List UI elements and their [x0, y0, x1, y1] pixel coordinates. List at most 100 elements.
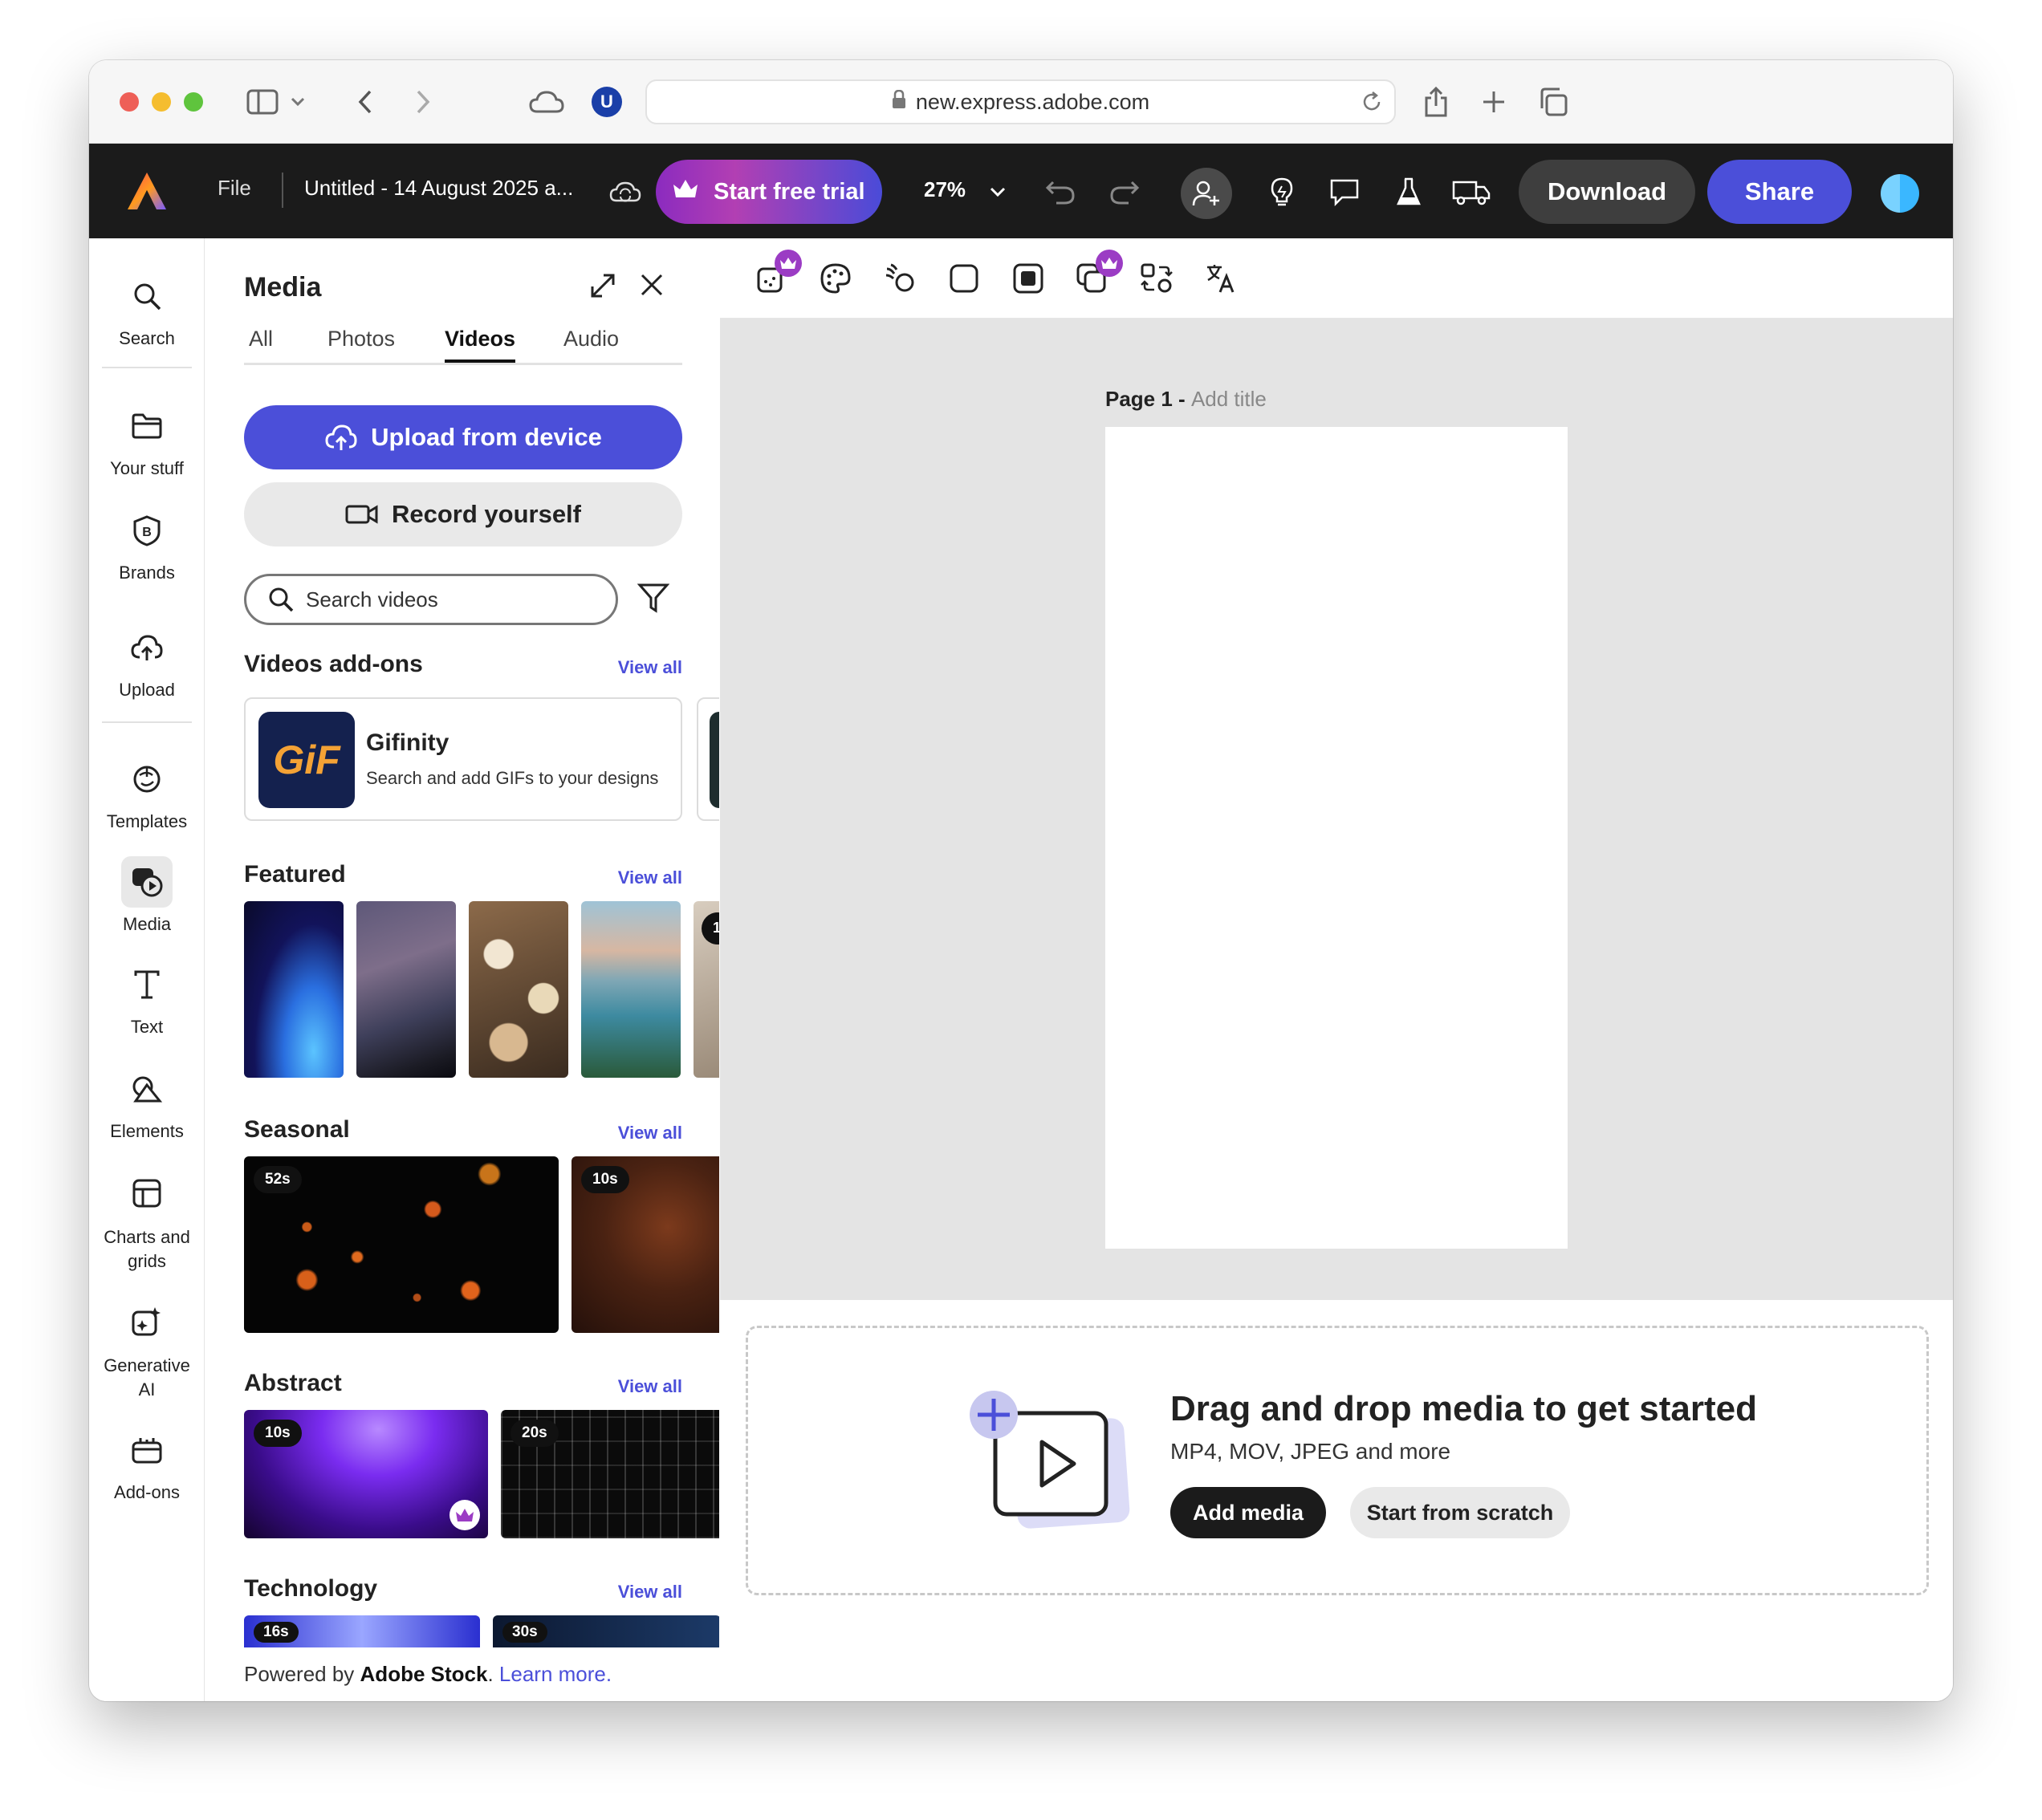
upload-from-device-button[interactable]: Upload from device — [244, 405, 682, 469]
chevron-down-icon[interactable] — [978, 173, 1017, 211]
video-thumbnail[interactable]: 20s — [501, 1410, 719, 1538]
rail-label: Text — [130, 1017, 164, 1037]
animate-icon[interactable] — [881, 259, 919, 298]
translate-icon[interactable] — [1202, 259, 1240, 298]
dropzone-title: Drag and drop media to get started — [1170, 1389, 1757, 1428]
share-button[interactable]: Share — [1707, 160, 1852, 224]
replace-icon[interactable] — [1137, 259, 1176, 298]
resize-icon[interactable] — [752, 250, 802, 298]
redo-icon[interactable] — [1105, 173, 1144, 211]
zoom-window-button[interactable] — [184, 92, 203, 112]
tab-overview-icon[interactable] — [1534, 83, 1572, 121]
design-page[interactable] — [1105, 427, 1568, 1249]
rail-label: Elements — [110, 1121, 184, 1141]
rail-item-media[interactable]: Media — [89, 856, 205, 935]
reload-icon[interactable] — [1361, 91, 1383, 119]
rail-item-charts[interactable]: Charts and grids — [89, 1168, 205, 1274]
background-icon[interactable] — [1009, 259, 1047, 298]
filter-icon[interactable] — [637, 582, 670, 618]
video-thumbnail[interactable]: 52s — [244, 1156, 559, 1333]
rail-item-add-ons[interactable]: Add-ons — [89, 1424, 205, 1503]
layers-icon[interactable] — [1073, 250, 1123, 298]
start-free-trial-button[interactable]: Start free trial — [656, 160, 882, 224]
rail-item-brands[interactable]: B Brands — [89, 505, 205, 583]
share-page-icon[interactable] — [1417, 83, 1455, 121]
adobe-express-logo-icon[interactable] — [126, 171, 168, 215]
new-tab-icon[interactable] — [1475, 83, 1513, 121]
media-dropzone[interactable]: Drag and drop media to get started MP4, … — [746, 1326, 1929, 1595]
search-videos-input[interactable]: Search videos — [244, 574, 618, 625]
tab-all[interactable]: All — [249, 327, 273, 360]
zoom-level[interactable]: 27% — [924, 177, 966, 202]
cloud-sync-icon[interactable] — [606, 173, 645, 211]
forward-icon[interactable] — [404, 83, 442, 121]
video-thumbnail[interactable]: 1 — [694, 901, 719, 1078]
chevron-down-icon[interactable] — [287, 83, 309, 121]
upload-label: Upload from device — [371, 423, 602, 451]
lightbulb-icon[interactable] — [1263, 173, 1301, 211]
back-icon[interactable] — [346, 83, 384, 121]
add-title-input[interactable]: Add title — [1191, 387, 1267, 411]
section-title-technology: Technology — [244, 1575, 378, 1602]
icloud-icon[interactable] — [523, 83, 571, 121]
rail-item-elements[interactable]: Elements — [89, 1063, 205, 1142]
video-thumbnail[interactable] — [581, 901, 681, 1078]
rail-item-templates[interactable]: Templates — [89, 754, 205, 832]
duration-badge: 10s — [254, 1420, 302, 1447]
expand-icon[interactable] — [589, 272, 616, 303]
invite-user-icon[interactable] — [1181, 168, 1232, 219]
address-bar[interactable]: new.express.adobe.com — [645, 79, 1396, 124]
avatar[interactable] — [1881, 174, 1919, 213]
shape-icon[interactable] — [945, 259, 983, 298]
view-all-featured-link[interactable]: View all — [618, 867, 682, 888]
rail-label: Generative AI — [104, 1355, 190, 1400]
sidebar-toggle-icon[interactable] — [243, 83, 282, 121]
rail-item-search[interactable]: Search — [89, 270, 205, 349]
add-media-button[interactable]: Add media — [1170, 1487, 1326, 1538]
divider — [282, 173, 283, 208]
url-text: new.express.adobe.com — [915, 89, 1150, 114]
close-window-button[interactable] — [120, 92, 139, 112]
video-thumbnail[interactable] — [469, 901, 568, 1078]
tab-videos[interactable]: Videos — [445, 327, 516, 363]
rail-item-your-stuff[interactable]: Your stuff — [89, 400, 205, 479]
file-menu[interactable]: File — [218, 176, 251, 201]
delivery-truck-icon[interactable] — [1452, 173, 1491, 211]
browser-window: U new.express.adobe.com File Untitled - … — [89, 60, 1953, 1701]
video-thumbnail[interactable] — [244, 901, 344, 1078]
extension-badge[interactable]: U — [592, 87, 622, 117]
rail-item-upload[interactable]: Upload — [89, 622, 205, 701]
duration-badge: 52s — [254, 1166, 302, 1193]
elements-icon — [121, 1063, 173, 1115]
video-thumbnail[interactable]: 16s — [244, 1615, 480, 1647]
start-from-scratch-button[interactable]: Start from scratch — [1350, 1487, 1570, 1538]
comment-icon[interactable] — [1325, 173, 1364, 211]
rail-item-generative-ai[interactable]: Generative AI — [89, 1296, 205, 1402]
rail-item-text[interactable]: Text — [89, 959, 205, 1038]
video-thumbnail[interactable] — [356, 901, 456, 1078]
addon-card-partial[interactable] — [697, 697, 719, 821]
undo-icon[interactable] — [1041, 173, 1080, 211]
video-thumbnail[interactable]: 30s — [493, 1615, 719, 1647]
minimize-window-button[interactable] — [152, 92, 171, 112]
close-icon[interactable] — [639, 272, 665, 302]
view-all-seasonal-link[interactable]: View all — [618, 1123, 682, 1144]
duration-badge: 20s — [510, 1420, 559, 1447]
tab-audio[interactable]: Audio — [563, 327, 619, 360]
view-all-addons-link[interactable]: View all — [618, 657, 682, 678]
document-title[interactable]: Untitled - 14 August 2025 a... — [304, 176, 573, 201]
upload-icon — [121, 622, 173, 673]
palette-icon[interactable] — [816, 259, 855, 298]
view-all-technology-link[interactable]: View all — [618, 1582, 682, 1603]
view-all-abstract-link[interactable]: View all — [618, 1376, 682, 1397]
download-button[interactable]: Download — [1519, 160, 1695, 224]
flask-icon[interactable] — [1389, 173, 1428, 211]
video-thumbnail[interactable]: 10s — [572, 1156, 719, 1333]
learn-more-link[interactable]: Learn more. — [499, 1662, 612, 1686]
record-yourself-button[interactable]: Record yourself — [244, 482, 682, 546]
addon-card-gifinity[interactable]: GiF Gifinity Search and add GIFs to your… — [244, 697, 682, 821]
section-title-abstract: Abstract — [244, 1370, 342, 1396]
section-title-seasonal: Seasonal — [244, 1116, 350, 1143]
video-thumbnail[interactable]: 10s — [244, 1410, 488, 1538]
tab-photos[interactable]: Photos — [327, 327, 395, 360]
